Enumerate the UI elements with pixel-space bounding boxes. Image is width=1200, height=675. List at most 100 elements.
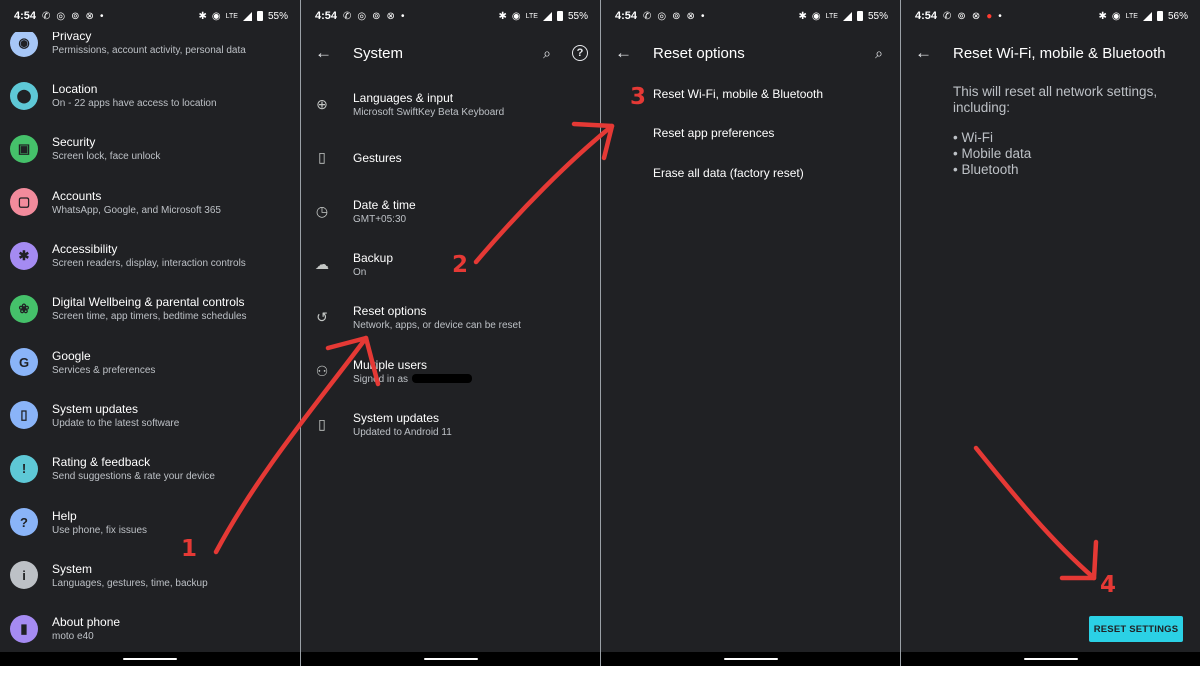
settings-item-title: Accessibility xyxy=(52,242,118,257)
back-arrow-icon[interactable]: ← xyxy=(915,44,932,61)
notification-icon: ⊚ xyxy=(372,10,381,22)
reset-description: This will reset all network settings, in… xyxy=(953,84,1158,115)
system-item-multiple-users[interactable]: ⚇ Multiple users Signed in as xyxy=(301,344,600,397)
step-number-2: 2 xyxy=(452,252,469,278)
system-item-languages[interactable]: ⊕ Languages & input Microsoft SwiftKey Be… xyxy=(301,78,600,131)
reset-settings-button[interactable]: RESET SETTINGS xyxy=(1089,616,1183,642)
navigation-bar xyxy=(301,652,600,666)
whatsapp-icon: ◎ xyxy=(357,10,367,22)
app-bar: ← Reset Wi-Fi, mobile & Bluetooth xyxy=(901,32,1200,74)
settings-item-title: About phone xyxy=(52,615,121,630)
whatsapp-icon: ◎ xyxy=(657,10,667,22)
home-gesture-pill[interactable] xyxy=(1024,658,1078,660)
more-notifications-icon: • xyxy=(400,10,405,22)
settings-item-digital-wellbeing[interactable]: ❀ Digital Wellbeing & parental controls … xyxy=(0,282,300,335)
system-item-title: Backup xyxy=(353,251,394,266)
system-update-icon: ▯ xyxy=(318,415,326,432)
settings-item-subtitle: Services & preferences xyxy=(52,364,156,376)
app-bar: ← System ⌕ ? xyxy=(301,32,600,74)
status-bar: 4:54 ✆ ◎ ⊚ ⊗ • ✱ ◉ LTE 55% xyxy=(0,0,300,32)
settings-item-title: Security xyxy=(52,135,96,150)
help-icon: ? xyxy=(10,508,38,537)
home-gesture-pill[interactable] xyxy=(424,658,478,660)
settings-item-subtitle: Screen time, app timers, bedtime schedul… xyxy=(52,311,247,323)
eye-comfort-icon: ◉ xyxy=(211,10,221,22)
home-gesture-pill[interactable] xyxy=(724,658,778,660)
settings-item-accounts[interactable]: ▢ Accounts WhatsApp, Google, and Microso… xyxy=(0,176,300,229)
system-item-subtitle: Signed in as xyxy=(353,373,409,385)
back-arrow-icon[interactable]: ← xyxy=(315,44,332,61)
system-item-title: System updates xyxy=(353,410,440,425)
search-icon[interactable]: ⌕ xyxy=(538,44,556,62)
status-bar: 4:54 ✆ ⊚ ⊗ ● • ✱ ◉ LTE 56% xyxy=(901,0,1200,32)
system-item-gestures[interactable]: ▯ Gestures xyxy=(301,131,600,184)
back-arrow-icon[interactable]: ← xyxy=(615,44,632,61)
bluetooth-icon: ✱ xyxy=(1098,10,1107,22)
status-time: 4:54 xyxy=(14,10,37,22)
settings-item-title: System xyxy=(52,561,93,576)
system-item-subtitle: On xyxy=(353,267,367,279)
system-item-title: Reset options xyxy=(353,304,427,319)
battery-level: 55% xyxy=(267,10,288,22)
step-number-4: 4 xyxy=(1100,572,1117,598)
settings-item-subtitle: WhatsApp, Google, and Microsoft 365 xyxy=(52,204,221,216)
app-bar: ← Reset options ⌕ xyxy=(601,32,900,74)
more-notifications-icon: • xyxy=(700,10,705,22)
settings-item-location[interactable]: ⬤ Location On - 22 apps have access to l… xyxy=(0,69,300,122)
settings-item-subtitle: Screen lock, face unlock xyxy=(52,151,161,163)
settings-item-system[interactable]: i System Languages, gestures, time, back… xyxy=(0,549,300,602)
cloud-upload-icon: ☁ xyxy=(315,256,329,273)
system-item-title: Languages & input xyxy=(353,91,454,106)
system-item-subtitle: GMT+05:30 xyxy=(353,213,407,225)
settings-item-system-updates[interactable]: ▯ System updates Update to the latest so… xyxy=(0,389,300,442)
lock-icon: ▣ xyxy=(10,134,38,163)
panel-settings: 4:54 ✆ ◎ ⊚ ⊗ • ✱ ◉ LTE 55% ◉ Privacy Per… xyxy=(0,0,300,666)
system-item-title: Gestures xyxy=(353,150,402,165)
reset-description-block: This will reset all network settings, in… xyxy=(901,74,1200,178)
settings-item-google[interactable]: G Google Services & preferences xyxy=(0,335,300,388)
notification-icon: ⊗ xyxy=(386,10,395,22)
system-item-subtitle: Updated to Android 11 xyxy=(353,426,452,438)
status-time: 4:54 xyxy=(915,10,938,22)
battery-level: 55% xyxy=(867,10,888,22)
phone-icon: ▮ xyxy=(10,614,38,643)
battery-level: 55% xyxy=(567,10,588,22)
settings-item-security[interactable]: ▣ Security Screen lock, face unlock xyxy=(0,122,300,175)
phone-call-icon: ✆ xyxy=(42,10,51,22)
status-bar: 4:54 ✆ ◎ ⊚ ⊗ • ✱ ◉ LTE 55% xyxy=(301,0,600,32)
settings-item-help[interactable]: ? Help Use phone, fix issues xyxy=(0,495,300,548)
search-icon[interactable]: ⌕ xyxy=(870,44,888,62)
lte-icon: LTE xyxy=(225,12,238,20)
globe-icon: ⊕ xyxy=(316,96,328,113)
notification-icon: ⊚ xyxy=(672,10,681,22)
settings-item-accessibility[interactable]: ✱ Accessibility Screen readers, display,… xyxy=(0,229,300,282)
system-item-backup[interactable]: ☁ Backup On xyxy=(301,238,600,291)
factory-reset-option[interactable]: Erase all data (factory reset) xyxy=(601,153,900,193)
system-item-reset-options[interactable]: ↺ Reset options Network, apps, or device … xyxy=(301,291,600,344)
battery-icon xyxy=(556,11,563,21)
reset-item-mobile-data: Mobile data xyxy=(953,146,1180,162)
system-item-system-updates[interactable]: ▯ System updates Updated to Android 11 xyxy=(301,398,600,451)
settings-item-subtitle: On - 22 apps have access to location xyxy=(52,98,217,110)
settings-item-about-phone[interactable]: ▮ About phone moto e40 xyxy=(0,602,300,655)
system-item-subtitle: Microsoft SwiftKey Beta Keyboard xyxy=(353,107,505,119)
eye-comfort-icon: ◉ xyxy=(811,10,821,22)
clock-icon: ◷ xyxy=(315,202,329,219)
reset-app-preferences-option[interactable]: Reset app preferences xyxy=(601,114,900,154)
signal-icon xyxy=(542,11,552,21)
eye-comfort-icon: ◉ xyxy=(1111,10,1121,22)
status-time: 4:54 xyxy=(315,10,338,22)
feedback-icon: ! xyxy=(10,454,38,483)
navigation-bar xyxy=(901,652,1200,666)
battery-icon xyxy=(856,11,863,21)
help-icon[interactable]: ? xyxy=(572,45,588,61)
lte-icon: LTE xyxy=(825,12,838,20)
system-item-date-time[interactable]: ◷ Date & time GMT+05:30 xyxy=(301,185,600,238)
settings-item-subtitle: Screen readers, display, interaction con… xyxy=(52,258,246,270)
system-item-title: Date & time xyxy=(353,197,416,212)
location-pin-icon: ⬤ xyxy=(10,81,38,110)
home-gesture-pill[interactable] xyxy=(123,658,177,660)
battery-icon xyxy=(1156,11,1163,21)
settings-item-title: System updates xyxy=(52,401,139,416)
settings-item-rating-feedback[interactable]: ! Rating & feedback Send suggestions & r… xyxy=(0,442,300,495)
